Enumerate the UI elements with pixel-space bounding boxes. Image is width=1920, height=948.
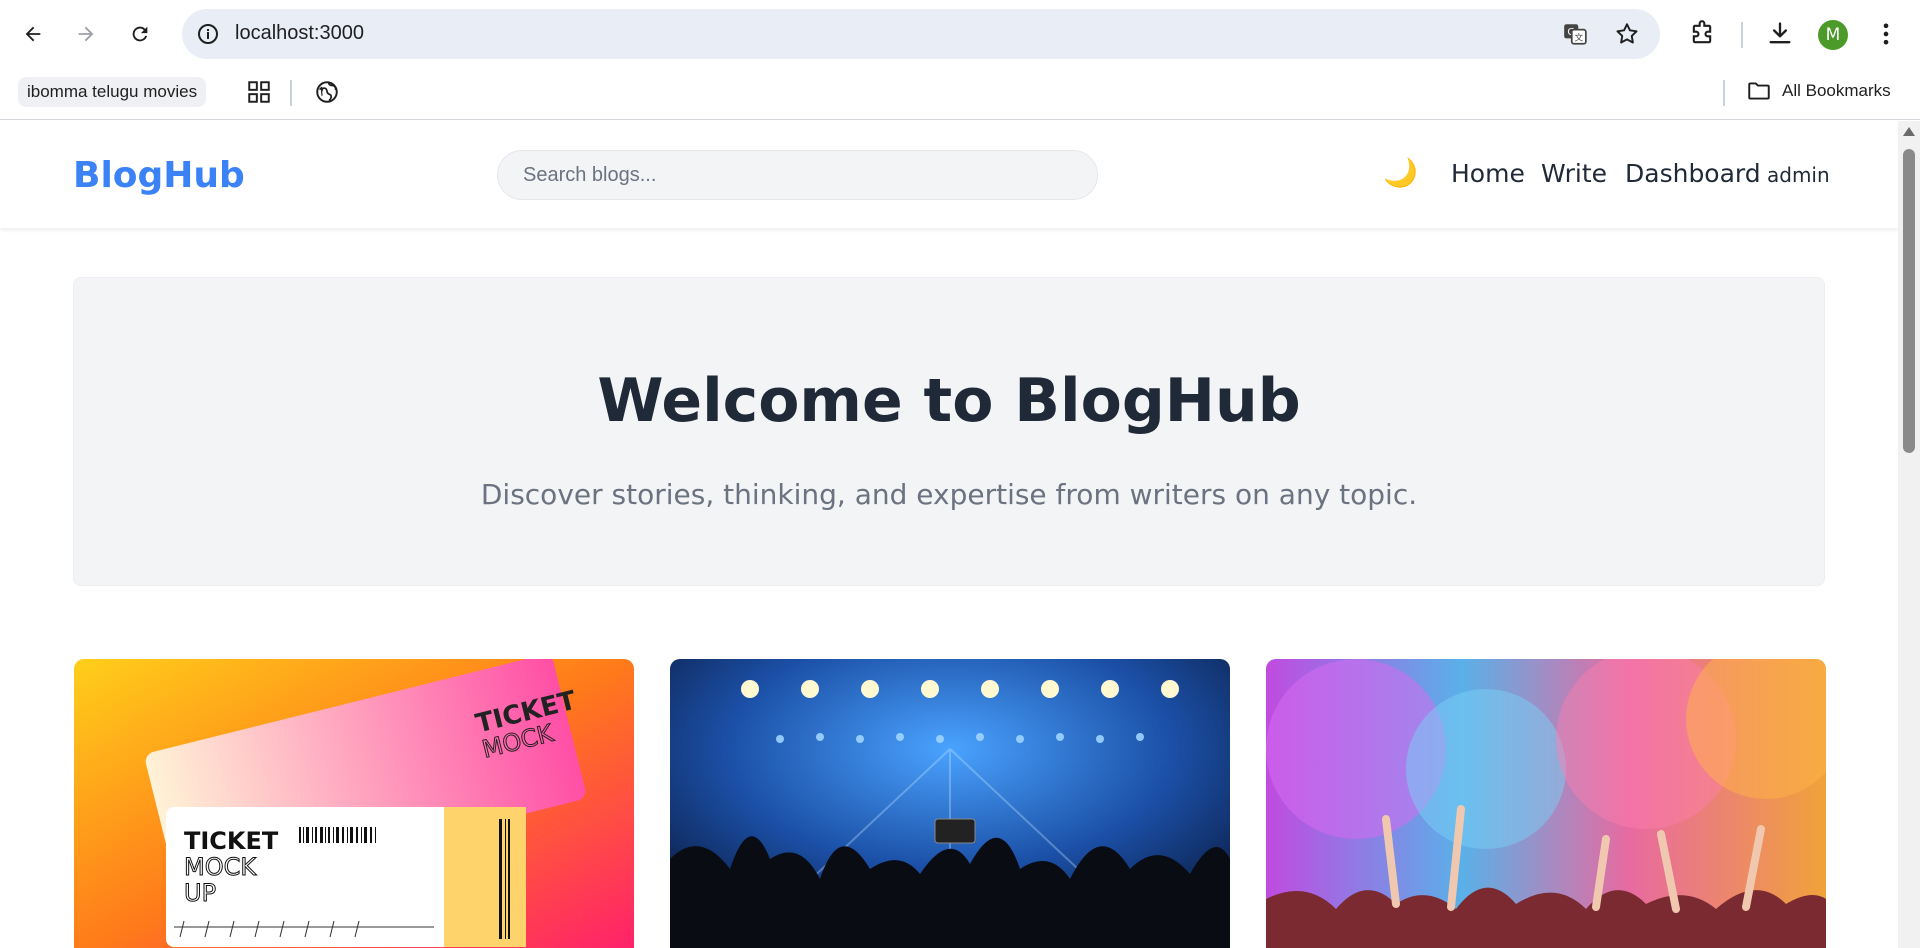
download-icon[interactable] xyxy=(1766,20,1794,48)
blog-card-3[interactable] xyxy=(1266,659,1826,948)
bookmark-divider xyxy=(290,80,292,106)
bookmarks-bar: ibomma telugu movies All Bookmarks xyxy=(0,70,1920,120)
nav-user-admin[interactable]: admin xyxy=(1767,163,1830,187)
concert-crowd-image xyxy=(670,659,1230,948)
profile-avatar[interactable]: M xyxy=(1818,20,1848,50)
more-vert-icon[interactable] xyxy=(1872,20,1900,48)
bookmark-label: ibomma telugu movies xyxy=(27,82,198,101)
arrow-left-icon xyxy=(25,26,41,42)
globe-icon[interactable] xyxy=(314,79,340,105)
nav-home[interactable]: Home xyxy=(1451,159,1525,188)
blog-card-2[interactable] xyxy=(670,659,1230,948)
blog-card-1[interactable]: TICKET MOCK TICKET MOCK UP xyxy=(74,659,634,948)
reload-button[interactable] xyxy=(122,16,158,52)
moon-icon[interactable]: 🌙 xyxy=(1383,159,1418,187)
arrow-right-icon xyxy=(78,26,94,42)
address-bar[interactable]: localhost:3000 G文 xyxy=(182,9,1660,59)
hero-banner: Welcome to BlogHub Discover stories, thi… xyxy=(73,277,1825,586)
url-text[interactable]: localhost:3000 xyxy=(235,22,364,45)
svg-text:文: 文 xyxy=(1574,32,1583,44)
scroll-up-arrow-icon[interactable] xyxy=(1903,127,1915,136)
up-word-front: UP xyxy=(184,879,216,907)
bookmark-ibomma[interactable]: ibomma telugu movies xyxy=(18,77,207,107)
page-viewport: BlogHub 🌙 Home Write Dashboard admin Wel… xyxy=(0,121,1898,948)
mock-word-front: MOCK xyxy=(184,853,257,881)
reload-icon xyxy=(132,26,148,42)
scroll-thumb[interactable] xyxy=(1903,149,1915,453)
nav-dashboard[interactable]: Dashboard xyxy=(1625,159,1761,188)
translate-icon[interactable]: G文 xyxy=(1562,21,1588,47)
toolbar-divider xyxy=(1741,22,1743,48)
browser-toolbar: localhost:3000 G文 M xyxy=(0,0,1920,70)
forward-button[interactable] xyxy=(68,16,104,52)
nav-write[interactable]: Write xyxy=(1541,159,1607,188)
apps-grid-icon[interactable] xyxy=(246,79,272,105)
site-info-icon[interactable] xyxy=(196,22,220,46)
bookmark-divider xyxy=(1723,80,1725,106)
back-button[interactable] xyxy=(15,16,51,52)
all-bookmarks-button[interactable]: All Bookmarks xyxy=(1746,78,1891,104)
search-input[interactable] xyxy=(497,150,1098,200)
holi-color-festival-image xyxy=(1266,659,1826,948)
hero-title: Welcome to BlogHub xyxy=(597,366,1301,436)
page-scrollbar[interactable] xyxy=(1898,121,1920,948)
hero-subtitle: Discover stories, thinking, and expertis… xyxy=(480,478,1418,511)
brand-logo[interactable]: BlogHub xyxy=(73,155,245,196)
site-header: BlogHub 🌙 Home Write Dashboard admin xyxy=(0,121,1898,228)
ticket-word-front: TICKET xyxy=(184,827,279,855)
bookmark-star-icon[interactable] xyxy=(1614,21,1640,47)
extensions-icon[interactable] xyxy=(1688,20,1716,48)
all-bookmarks-label: All Bookmarks xyxy=(1782,81,1891,100)
ticket-mockup-image: TICKET MOCK TICKET MOCK UP xyxy=(74,659,634,948)
folder-icon xyxy=(1748,82,1770,100)
